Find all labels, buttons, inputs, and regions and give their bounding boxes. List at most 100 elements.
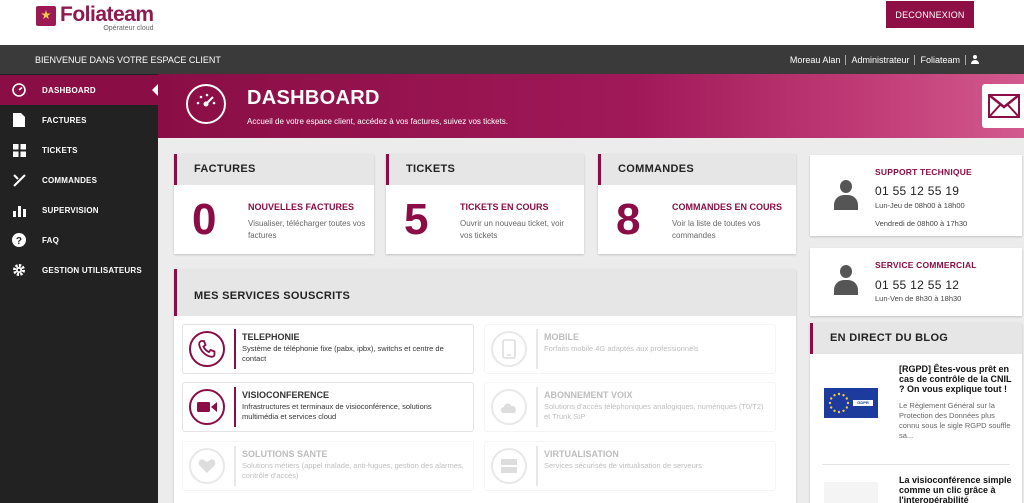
service-desc: Infrastructures et terminaux de visiocon… xyxy=(242,402,432,421)
tickets-desc: Ouvrir un nouveau ticket, voir vos ticke… xyxy=(460,219,565,240)
commandes-count: 8 xyxy=(616,195,641,244)
tickets-card[interactable]: TICKETS 5 TICKETS EN COURS Ouvrir un nou… xyxy=(386,154,584,254)
mail-icon xyxy=(988,94,1020,118)
sidebar-item-label: FAQ xyxy=(42,235,60,245)
commandes-card[interactable]: COMMANDES 8 COMMANDES EN COURS Voir la l… xyxy=(598,154,796,254)
page-subtitle: Accueil de votre espace client, accédez … xyxy=(247,117,509,126)
file-icon xyxy=(12,113,26,127)
sidebar-item-factures[interactable]: FACTURES xyxy=(0,105,158,135)
service-desc: Solutions d'accès téléphoniques analogiq… xyxy=(544,402,764,421)
sidebar: DASHBOARD FACTURES TICKETS COMMANDES SUP… xyxy=(0,74,158,503)
tools-icon xyxy=(12,173,26,187)
page-title: DASHBOARD xyxy=(247,87,380,109)
divider xyxy=(822,464,1010,465)
commercial-card: SERVICE COMMERCIAL 01 55 12 55 12 Lun-Ve… xyxy=(810,248,1022,316)
blog-post-excerpt: Le Règlement Général sur la Protection d… xyxy=(899,401,1011,440)
sidebar-item-faq[interactable]: ? FAQ xyxy=(0,225,158,255)
question-icon: ? xyxy=(12,233,26,247)
service-visioconference[interactable]: VISIOCONFERENCE Infrastructures et termi… xyxy=(182,382,474,432)
factures-desc: Visualiser, télécharger toutes vos factu… xyxy=(248,219,366,240)
mail-button[interactable] xyxy=(982,84,1024,128)
sidebar-item-label: SUPERVISION xyxy=(42,205,99,215)
svg-text:?: ? xyxy=(16,236,22,247)
support-phone[interactable]: 01 55 12 55 19 xyxy=(875,184,959,198)
services-panel: MES SERVICES SOUSCRITS TELEPHONIE Systèm… xyxy=(174,269,796,503)
dashboard-gauge-icon xyxy=(186,84,226,124)
cloud-icon xyxy=(501,403,516,413)
sidebar-item-label: COMMANDES xyxy=(42,175,98,185)
grid-icon xyxy=(12,143,26,157)
welcome-bar: BIENVENUE DANS VOTRE ESPACE CLIENT Morea… xyxy=(0,45,1024,74)
service-title: ABONNEMENT VOIX xyxy=(544,390,633,400)
mobile-icon xyxy=(502,339,516,359)
user-icon[interactable] xyxy=(970,55,980,65)
sidebar-item-label: FACTURES xyxy=(42,115,87,125)
logo-name: Foliateam xyxy=(60,3,154,26)
service-desc: Forfaits mobile 4G adaptés aux professio… xyxy=(544,344,699,353)
service-title: VISIOCONFERENCE xyxy=(242,390,330,400)
bar-chart-icon xyxy=(12,203,26,217)
factures-count: 0 xyxy=(192,195,217,244)
support-title: SUPPORT TECHNIQUE xyxy=(875,167,972,177)
logo-mark-icon xyxy=(36,6,56,26)
logo-tagline: Opérateur cloud xyxy=(103,25,154,32)
company-link[interactable]: Foliateam xyxy=(915,55,966,65)
service-desc: Solutions métiers (appel malade, anti-fu… xyxy=(242,461,464,480)
phone-icon xyxy=(198,340,216,358)
service-mobile[interactable]: MOBILE Forfaits mobile 4G adaptés aux pr… xyxy=(484,324,776,374)
service-solutions-sante[interactable]: SOLUTIONS SANTE Solutions métiers (appel… xyxy=(182,441,474,491)
tickets-count: 5 xyxy=(404,195,429,244)
commercial-title: SERVICE COMMERCIAL xyxy=(875,260,977,270)
gdpr-badge: GDPR xyxy=(853,400,873,406)
logout-button[interactable]: DECONNEXION xyxy=(886,1,974,28)
card-header: TICKETS xyxy=(386,154,584,185)
sidebar-item-tickets[interactable]: TICKETS xyxy=(0,135,158,165)
service-abonnement-voix[interactable]: ABONNEMENT VOIX Solutions d'accès téléph… xyxy=(484,382,776,432)
blog-post-title[interactable]: La visioconférence simple comme un clic … xyxy=(899,475,1015,503)
service-title: TELEPHONIE xyxy=(242,332,300,342)
blog-post-title[interactable]: [RGPD] Êtes-vous prêt en cas de contrôle… xyxy=(899,364,1015,394)
top-header: Foliateam Opérateur cloud DECONNEXION xyxy=(0,0,1024,45)
dashboard-hero: DASHBOARD Accueil de votre espace client… xyxy=(158,74,1024,138)
services-header: MES SERVICES SOUSCRITS xyxy=(174,269,796,316)
service-telephonie[interactable]: TELEPHONIE Système de téléphonie fixe (p… xyxy=(182,324,474,374)
service-desc: Services sécurisés de virtualisation de … xyxy=(544,461,702,470)
sidebar-item-gestion-utilisateurs[interactable]: GESTION UTILISATEURS xyxy=(0,255,158,285)
blog-post-thumbnail[interactable] xyxy=(824,482,878,503)
sidebar-item-dashboard[interactable]: DASHBOARD xyxy=(0,75,158,105)
service-title: VIRTUALISATION xyxy=(544,449,619,459)
card-header: COMMANDES xyxy=(598,154,796,185)
headset-user-icon xyxy=(832,180,860,212)
dashboard-icon xyxy=(12,83,26,97)
factures-title[interactable]: NOUVELLES FACTURES xyxy=(248,202,354,212)
service-title: SOLUTIONS SANTE xyxy=(242,449,328,459)
service-virtualisation[interactable]: VIRTUALISATION Services sécurisés de vir… xyxy=(484,441,776,491)
tickets-title[interactable]: TICKETS EN COURS xyxy=(460,202,549,212)
sidebar-item-commandes[interactable]: COMMANDES xyxy=(0,165,158,195)
sidebar-item-supervision[interactable]: SUPERVISION xyxy=(0,195,158,225)
eu-stars-icon xyxy=(828,392,850,414)
video-camera-icon xyxy=(197,402,217,412)
heart-icon xyxy=(198,459,216,473)
logo[interactable]: Foliateam Opérateur cloud xyxy=(36,4,154,33)
server-icon xyxy=(501,459,517,473)
blog-panel: EN DIRECT DU BLOG GDPR [RGPD] Êtes-vous … xyxy=(810,323,1022,503)
blog-header: EN DIRECT DU BLOG xyxy=(810,323,1022,354)
user-menu: Moreau Alan Administrateur Foliateam xyxy=(785,55,980,65)
user-name-link[interactable]: Moreau Alan xyxy=(785,55,847,65)
welcome-text: BIENVENUE DANS VOTRE ESPACE CLIENT xyxy=(35,55,221,65)
commandes-title[interactable]: COMMANDES EN COURS xyxy=(672,202,782,212)
sidebar-item-label: GESTION UTILISATEURS xyxy=(42,265,142,275)
factures-card[interactable]: FACTURES 0 NOUVELLES FACTURES Visualiser… xyxy=(174,154,374,254)
card-header: FACTURES xyxy=(174,154,374,185)
support-hours-weekdays: Lun-Jeu de 08h00 à 18h00 xyxy=(875,201,965,210)
user-icon xyxy=(832,265,860,297)
sidebar-item-label: DASHBOARD xyxy=(42,85,96,95)
sidebar-item-label: TICKETS xyxy=(42,145,78,155)
commercial-phone[interactable]: 01 55 12 55 12 xyxy=(875,278,959,292)
gdpr-thumbnail[interactable]: GDPR xyxy=(824,388,878,418)
commandes-desc: Voir la liste de toutes vos commandes xyxy=(672,219,761,240)
support-hours-friday: Vendredi de 08h00 à 17h30 xyxy=(875,219,968,228)
service-desc: Système de téléphonie fixe (pabx, ipbx),… xyxy=(242,344,444,363)
role-link[interactable]: Administrateur xyxy=(846,55,916,65)
